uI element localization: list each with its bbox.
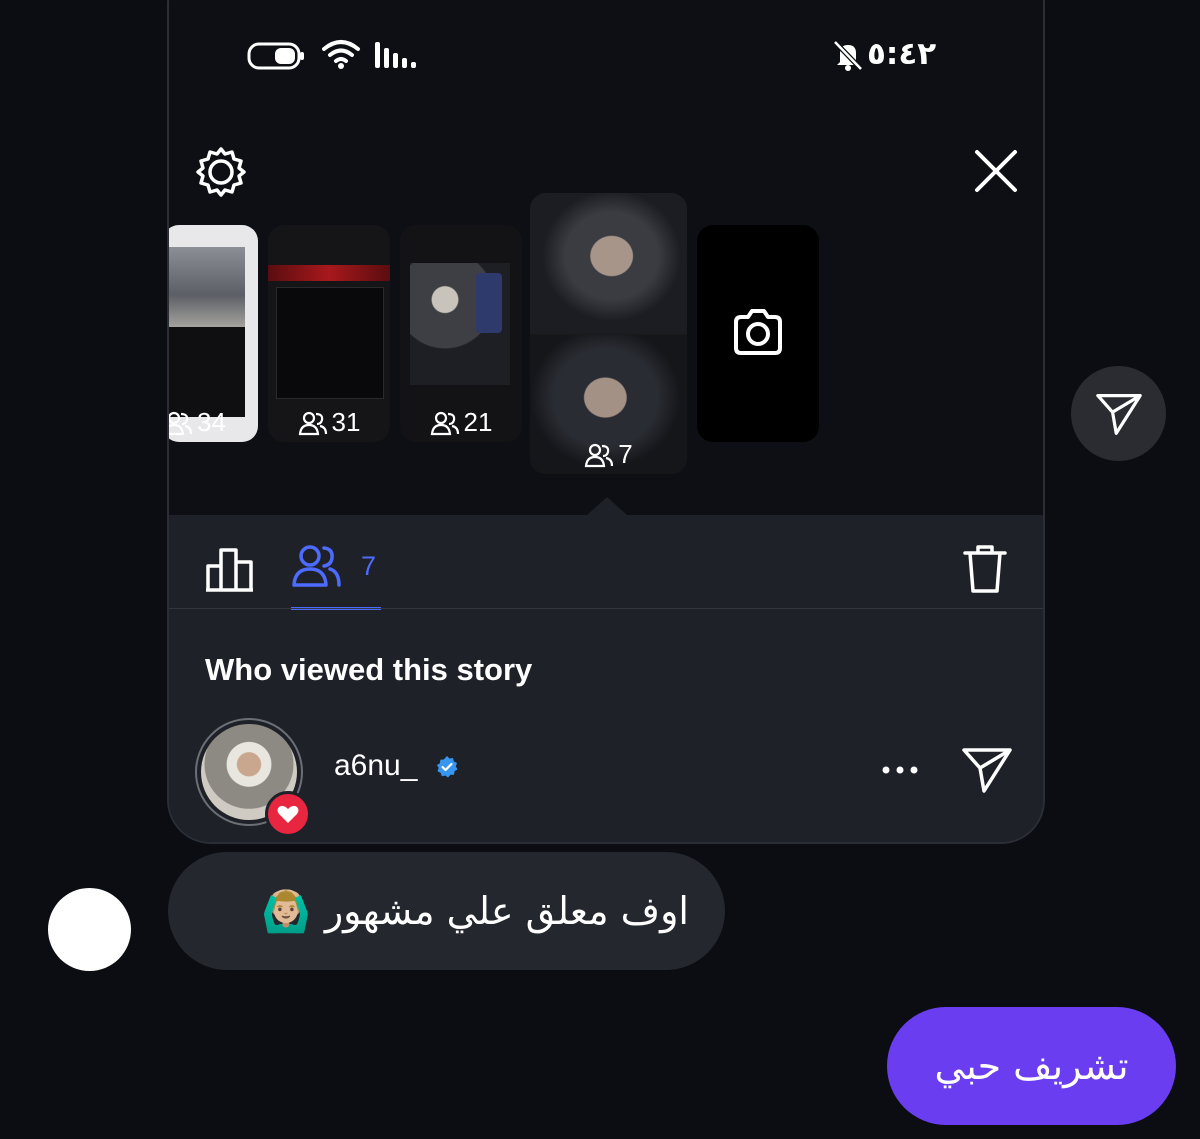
heart-icon xyxy=(265,791,311,837)
story-view-count: 7 xyxy=(618,439,633,469)
story-thumbnail[interactable]: 21 xyxy=(400,225,522,442)
person-gesturing-ok-emoji: 🙆🏼‍♂️ xyxy=(261,889,311,934)
viewer-row[interactable]: a6nu_ xyxy=(193,713,1023,837)
panel-pointer xyxy=(587,497,627,515)
viewers-icon xyxy=(169,411,193,435)
battery-icon xyxy=(247,41,305,76)
more-icon[interactable] xyxy=(881,763,919,781)
insights-icon[interactable] xyxy=(205,544,255,599)
story-text-area xyxy=(169,327,245,417)
sender-avatar[interactable] xyxy=(48,888,131,971)
viewers-icon xyxy=(298,411,327,435)
mute-bell-icon xyxy=(831,38,865,77)
add-story-button[interactable] xyxy=(697,225,819,442)
story-red-banner xyxy=(268,265,390,281)
story-thumbnail-selected[interactable]: 7 xyxy=(530,193,687,474)
outgoing-message-text: تشريف حبي xyxy=(934,1044,1129,1088)
viewers-icon xyxy=(292,545,341,587)
trash-icon[interactable] xyxy=(963,543,1007,600)
story-view-count: 31 xyxy=(331,407,361,437)
incoming-message-text: اوف معلق علي مشهور xyxy=(324,889,689,933)
send-icon[interactable] xyxy=(961,745,1013,800)
settings-icon[interactable] xyxy=(195,146,247,203)
viewers-icon xyxy=(430,411,459,435)
status-time: ٥:٤٢ xyxy=(867,36,937,72)
wifi-icon xyxy=(321,38,361,75)
viewer-username[interactable]: a6nu_ xyxy=(334,749,417,783)
camera-icon xyxy=(730,306,786,363)
story-text-area xyxy=(276,287,384,399)
incoming-message-bubble[interactable]: اوف معلق علي مشهور 🙆🏼‍♂️ xyxy=(168,852,725,970)
story-photo xyxy=(169,247,245,327)
story-view-count: 34 xyxy=(197,407,226,437)
story-keypad xyxy=(476,273,502,333)
panel-divider xyxy=(169,608,1043,609)
story-thumbnail[interactable]: 31 xyxy=(268,225,390,442)
viewers-count: 7 xyxy=(361,551,377,581)
story-thumbnail[interactable]: 34 xyxy=(169,225,258,442)
story-view-count: 21 xyxy=(463,407,493,437)
viewers-tab[interactable]: 7 xyxy=(291,543,381,610)
section-title: Who viewed this story xyxy=(205,652,533,687)
send-icon xyxy=(1095,393,1142,435)
story-photo-top xyxy=(530,193,687,333)
viewer-panel: 7 Who viewed this story a6nu_ xyxy=(169,515,1043,842)
share-story-button[interactable] xyxy=(1071,366,1166,461)
signal-icon xyxy=(374,42,420,75)
close-icon[interactable] xyxy=(971,146,1021,201)
story-viewer-card: ٥:٤٢ 34 31 21 7 7 Who viewed this story … xyxy=(167,0,1045,844)
verified-icon xyxy=(435,755,459,784)
viewers-icon xyxy=(585,443,614,467)
outgoing-message-bubble[interactable]: تشريف حبي xyxy=(887,1007,1176,1125)
